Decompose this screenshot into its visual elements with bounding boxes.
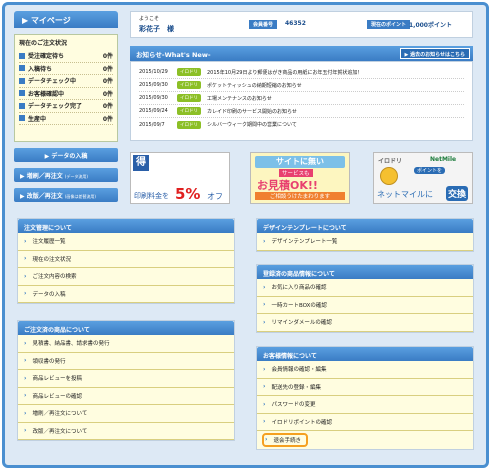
mypage-title: ▶ マイページ bbox=[14, 11, 118, 28]
status-row[interactable]: お客様確認中 0件 bbox=[19, 88, 113, 100]
chevron-right-icon: › bbox=[24, 409, 27, 417]
panel-title: ご注文済の商品について bbox=[18, 321, 234, 335]
discount-icon: 得 bbox=[133, 155, 149, 171]
panel-title: 注文管理について bbox=[18, 219, 234, 233]
chevron-right-icon: › bbox=[24, 339, 27, 347]
menu-item-post-review[interactable]: › 商品レビューを投稿 bbox=[18, 370, 234, 388]
menu-item-reminder-mail[interactable]: › リマインダメールの確認 bbox=[257, 314, 473, 332]
news-item[interactable]: 2015/09/30 イロドリ ポケットティッシュの納期短縮のお知らせ bbox=[139, 79, 464, 92]
chevron-right-icon: › bbox=[24, 392, 27, 400]
panel-title: デザインテンプレートについて bbox=[257, 219, 473, 233]
member-no: 46352 bbox=[285, 20, 306, 27]
chevron-right-icon: › bbox=[24, 272, 27, 280]
past-notices-link[interactable]: ▶ 過去のお知らせはこちら bbox=[399, 48, 470, 59]
chevron-right-icon: › bbox=[24, 290, 27, 298]
chevron-right-icon: › bbox=[263, 365, 266, 373]
status-row[interactable]: データチェック中 0件 bbox=[19, 75, 113, 88]
registered-products-panel: 登録済の商品情報について › お気に入り商品の確認 › 一時カートBOXの確認 › リ… bbox=[256, 264, 474, 333]
menu-item-points[interactable]: › イロドリポイントの確認 bbox=[257, 413, 473, 431]
chevron-right-icon: › bbox=[263, 237, 266, 245]
points-label: 現在のポイント bbox=[367, 20, 411, 29]
extra-order-button[interactable]: ▶ 増刷／再注文 (データ流用) bbox=[14, 168, 118, 182]
netmile-banner[interactable]: イロドリ NetMile ポイントを ネットマイルに 交換 bbox=[373, 152, 473, 204]
chevron-right-icon: › bbox=[24, 255, 27, 263]
notice-list: 2015/10/29 イロドリ 2015年10月29日より郵便はがき商品の用紙にお年… bbox=[130, 61, 473, 141]
news-item[interactable]: 2015/09/24 イロドリ カレイド印刷のサービス開始のお知らせ bbox=[139, 105, 464, 118]
chevron-right-icon: › bbox=[263, 400, 266, 408]
coin-icon bbox=[380, 167, 398, 185]
design-template-panel: デザインテンプレートについて › デザインテンプレート一覧 bbox=[256, 218, 474, 252]
chevron-right-icon: › bbox=[24, 237, 27, 245]
user-name: 彩花子 様 bbox=[139, 25, 174, 33]
menu-item-change-password[interactable]: › パスワードの変更 bbox=[257, 396, 473, 414]
bullet-icon bbox=[19, 115, 25, 122]
notice-header: お知らせ-What's New- ▶ 過去のお知らせはこちら bbox=[130, 46, 473, 61]
news-item[interactable]: 2015/09/30 イロドリ 工場メンテナンスのお知らせ bbox=[139, 92, 464, 105]
menu-item-receipt[interactable]: › 領収書の発行 bbox=[18, 352, 234, 370]
menu-item-issue-documents[interactable]: › 見積書、納品書、請求書の発行 bbox=[18, 335, 234, 353]
chevron-right-icon: › bbox=[263, 318, 266, 326]
panel-title: 登録済の商品情報について bbox=[257, 265, 473, 279]
greeting-text: ようこそ bbox=[139, 16, 160, 22]
status-row[interactable]: 生産中 0件 bbox=[19, 113, 113, 125]
menu-item-withdraw[interactable]: › 退会手続き bbox=[257, 431, 473, 449]
menu-item-extra-order-info[interactable]: › 増刷／再注文について bbox=[18, 405, 234, 423]
order-products-panel: ご注文済の商品について › 見積書、納品書、請求書の発行 › 領収書の発行 › 商品レ… bbox=[17, 320, 235, 441]
news-item[interactable]: 2015/10/29 イロドリ 2015年10月29日より郵便はがき商品の用紙にお年… bbox=[139, 66, 464, 79]
chevron-right-icon: › bbox=[263, 418, 266, 426]
menu-item-order-status[interactable]: › 現在の注文状況 bbox=[18, 250, 234, 268]
menu-item-order-search[interactable]: › ご注文内容の検索 bbox=[18, 268, 234, 286]
chevron-right-icon: › bbox=[263, 301, 266, 309]
menu-item-shipping-address[interactable]: › 配送先の登録・編集 bbox=[257, 378, 473, 396]
menu-item-member-info[interactable]: › 会員情報の確認・編集 bbox=[257, 361, 473, 379]
panel-title: お客様情報について bbox=[257, 347, 473, 361]
menu-item-favorites[interactable]: › お気に入り商品の確認 bbox=[257, 279, 473, 297]
data-upload-button[interactable]: ▶ データの入稿 bbox=[14, 148, 118, 162]
chevron-right-icon: › bbox=[263, 383, 266, 391]
chevron-right-icon: › bbox=[263, 283, 266, 291]
bullet-icon bbox=[19, 77, 25, 84]
news-item[interactable]: 2015/09/7 イロドリ シルバーウィーク期間中の営業について bbox=[139, 118, 464, 131]
order-status-box: 現在のご注文状況 受注確定待ち 0件 入稿待ち 0件 データチェック中 0件 お客様確… bbox=[14, 34, 118, 142]
chevron-right-icon: › bbox=[24, 427, 27, 435]
chevron-right-icon: ▶ bbox=[20, 193, 27, 200]
points-value: 1,000ポイント bbox=[409, 22, 452, 29]
customer-info-panel: お客様情報について › 会員情報の確認・編集 › 配送先の登録・編集 › パスワードの… bbox=[256, 346, 474, 450]
member-no-label: 会員番号 bbox=[249, 20, 278, 29]
estimate-banner[interactable]: サイトに無い サービスも お見積OK!! ご相談うけたまわります bbox=[250, 152, 350, 204]
chevron-right-icon: › bbox=[24, 357, 27, 365]
menu-item-check-review[interactable]: › 商品レビューの確認 bbox=[18, 387, 234, 405]
welcome-box: ようこそ 彩花子 様 会員番号 46352 現在のポイント 1,000ポイント bbox=[130, 11, 473, 38]
bullet-icon bbox=[19, 90, 25, 97]
chevron-right-icon: ▶ bbox=[22, 16, 31, 25]
self-check-banner[interactable]: 得 セルフデータ チェックで 印刷料金を 5% オフ bbox=[130, 152, 230, 204]
order-status-title: 現在のご注文状況 bbox=[19, 40, 68, 47]
bullet-icon bbox=[19, 52, 25, 59]
menu-item-order-history[interactable]: › 注文履歴一覧 bbox=[18, 233, 234, 251]
status-row[interactable]: 受注確定待ち 0件 bbox=[19, 50, 113, 63]
revision-order-button[interactable]: ▶ 改版／再注文 (画像は差替流用) bbox=[14, 188, 118, 202]
chevron-right-icon: › bbox=[24, 374, 27, 382]
menu-item-temp-cart[interactable]: › 一時カートBOXの確認 bbox=[257, 296, 473, 314]
status-row[interactable]: 入稿待ち 0件 bbox=[19, 63, 113, 75]
menu-item-revision-order-info[interactable]: › 改版／再注文について bbox=[18, 422, 234, 440]
bullet-icon bbox=[19, 102, 25, 109]
menu-item-template-list[interactable]: › デザインテンプレート一覧 bbox=[257, 233, 473, 251]
menu-item-data-upload[interactable]: › データの入稿 bbox=[18, 285, 234, 303]
withdraw-highlight[interactable]: › 退会手続き bbox=[262, 432, 308, 447]
order-mgmt-panel: 注文管理について › 注文履歴一覧 › 現在の注文状況 › ご注文内容の検索 › データ… bbox=[17, 218, 235, 304]
chevron-right-icon: ▶ bbox=[20, 173, 27, 180]
status-row[interactable]: データチェック完了 0件 bbox=[19, 100, 113, 113]
bullet-icon bbox=[19, 65, 25, 72]
chevron-right-icon: › bbox=[265, 436, 268, 444]
